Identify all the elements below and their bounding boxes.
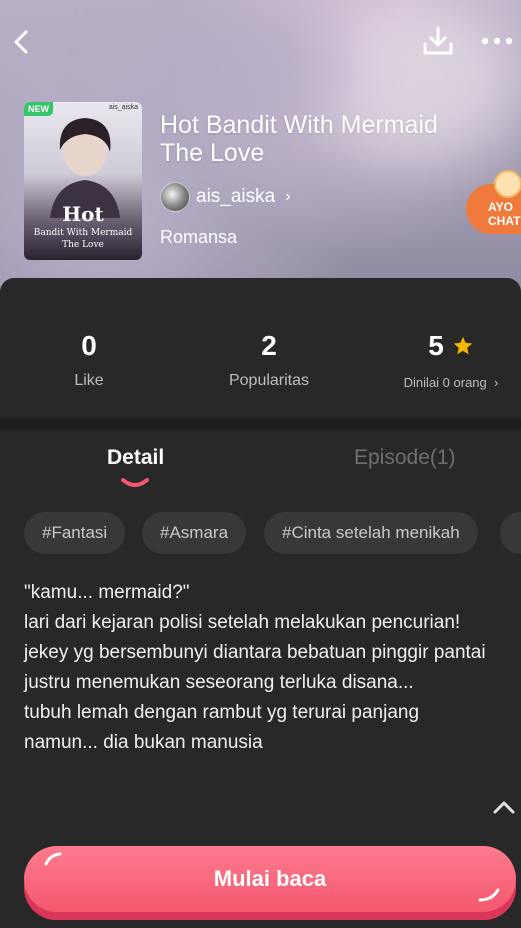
tag-chip[interactable]: #Asmara	[142, 512, 247, 554]
tag-chip-overflow[interactable]	[500, 512, 521, 554]
synopsis-text: "kamu... mermaid?" lari dari kejaran pol…	[24, 582, 486, 753]
stat-popularity: 2 Popularitas	[205, 330, 333, 390]
section-divider	[0, 418, 521, 430]
collapse-button[interactable]	[490, 796, 518, 818]
author-name: ais_aiska	[196, 186, 276, 207]
more-options-button[interactable]	[478, 28, 516, 54]
button-gloss	[478, 888, 500, 902]
ayo-chat-label: AYO CHAT	[488, 200, 521, 228]
chevron-right-icon: ›	[285, 188, 291, 205]
back-button[interactable]	[6, 26, 38, 58]
rating-count-text: Dinilai 0 orang	[403, 375, 487, 390]
star-icon	[453, 336, 472, 355]
chevron-up-icon	[493, 801, 515, 814]
cover-subtitle: The Love	[62, 240, 104, 250]
tab-detail[interactable]: Detail	[107, 446, 164, 470]
stat-rating[interactable]: 5 Dinilai 0 orang ›	[388, 330, 514, 390]
rating-value: 5	[428, 330, 444, 361]
like-label: Like	[74, 372, 104, 389]
cover-author-mark: ais_aiska	[108, 104, 138, 111]
popularity-count: 2	[261, 330, 277, 361]
book-title: Hot Bandit With Mermaid The Love	[160, 111, 438, 167]
rating-label: Dinilai 0 orang ›	[388, 375, 514, 390]
back-arrow-icon	[14, 30, 28, 54]
chevron-right-icon: ›	[490, 375, 499, 390]
mascot-icon	[494, 170, 521, 198]
author-link[interactable]: ais_aiska ›	[160, 182, 291, 212]
tab-episode[interactable]: Episode(1)	[354, 446, 456, 470]
tab-active-indicator	[121, 478, 149, 487]
book-cover: NEW ais_aiska Hot Bandit With Mermaid Th…	[24, 102, 142, 260]
cover-title: Hot	[62, 202, 104, 226]
download-button[interactable]	[420, 24, 456, 58]
new-badge: NEW	[24, 102, 53, 116]
avatar	[160, 182, 190, 212]
stats-row: 0 Like 2 Popularitas 5 Dinilai 0 orang ›	[0, 278, 521, 418]
like-count: 0	[81, 330, 97, 361]
start-reading-button[interactable]: Mulai baca	[24, 846, 516, 912]
start-reading-label: Mulai baca	[213, 866, 327, 891]
tag-chip[interactable]: #Fantasi	[24, 512, 126, 554]
popularity-label: Popularitas	[228, 372, 310, 389]
button-gloss	[44, 852, 62, 866]
rating-value-row: 5	[388, 330, 514, 362]
download-icon	[423, 26, 453, 55]
stat-like: 0 Like	[40, 330, 138, 390]
tag-chip[interactable]: #Cinta setelah menikah	[264, 512, 478, 554]
book-genre: Romansa	[160, 227, 238, 247]
tag-list: #Fantasi #Asmara #Cinta setelah menikah	[24, 512, 521, 554]
cover-subtitle: Bandit With Mermaid	[33, 228, 133, 238]
more-dots-icon	[481, 37, 513, 45]
